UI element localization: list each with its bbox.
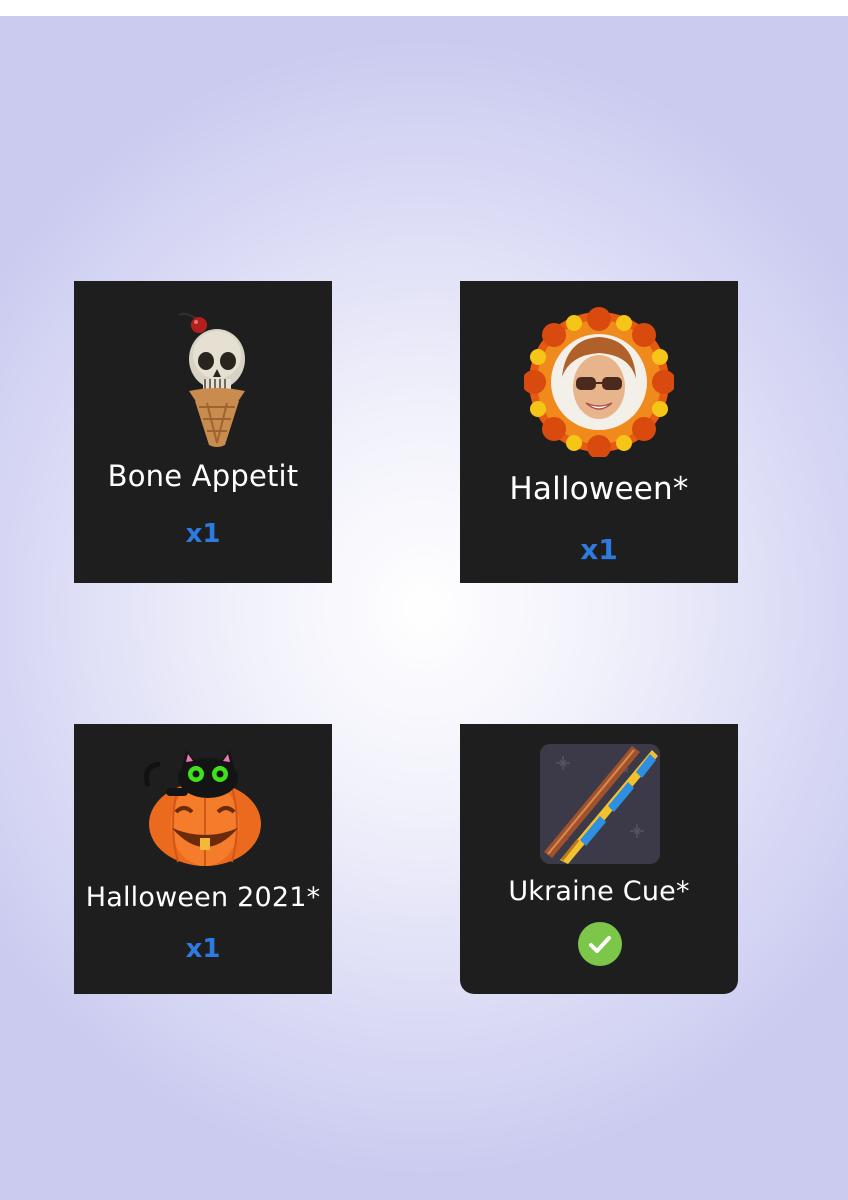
item-quantity: x1 [580, 533, 618, 566]
item-name: Halloween 2021* [85, 882, 321, 913]
item-card-bone-appetit[interactable]: Bone Appetit x1 [74, 281, 332, 583]
item-name: Halloween* [509, 471, 689, 507]
item-quantity: x1 [185, 519, 221, 549]
halloween-wreath-avatar-icon [524, 307, 674, 457]
item-name: Ukraine Cue* [508, 876, 690, 907]
item-card-halloween-2021[interactable]: Halloween 2021* x1 [74, 724, 332, 994]
item-card-ukraine-cue[interactable]: Ukraine Cue* [460, 724, 738, 994]
item-name: Bone Appetit [107, 459, 299, 493]
page-background [0, 16, 848, 1200]
equipped-check-icon [578, 922, 622, 966]
ukraine-cue-icon [540, 744, 660, 864]
item-quantity: x1 [185, 934, 221, 964]
skull-ice-cream-icon [178, 312, 245, 447]
item-card-halloween[interactable]: Halloween* x1 [460, 281, 738, 583]
cat-pumpkin-icon [144, 750, 261, 866]
